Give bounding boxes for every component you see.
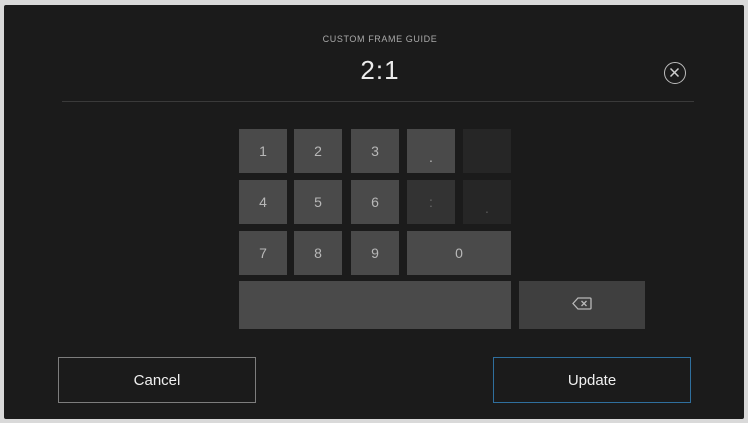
divider <box>62 101 694 102</box>
key-9[interactable]: 9 <box>351 231 399 275</box>
frame-guide-dialog: CUSTOM FRAME GUIDE 2:1 1 2 3 . 4 5 6 : .… <box>4 5 744 419</box>
key-8[interactable]: 8 <box>294 231 342 275</box>
key-period[interactable]: . <box>407 129 455 173</box>
backspace-icon <box>572 297 592 313</box>
key-colon[interactable]: : <box>407 180 455 224</box>
clear-icon[interactable] <box>664 62 686 84</box>
dialog-title: CUSTOM FRAME GUIDE <box>322 34 438 44</box>
cancel-button[interactable]: Cancel <box>58 357 256 403</box>
key-4[interactable]: 4 <box>239 180 287 224</box>
key-blank-wide <box>239 281 511 329</box>
key-6[interactable]: 6 <box>351 180 399 224</box>
frame-guide-value: 2:1 <box>360 55 400 85</box>
key-1[interactable]: 1 <box>239 129 287 173</box>
key-5[interactable]: 5 <box>294 180 342 224</box>
backspace-button[interactable] <box>519 281 645 329</box>
key-period-disabled: . <box>463 180 511 224</box>
key-2[interactable]: 2 <box>294 129 342 173</box>
update-button[interactable]: Update <box>493 357 691 403</box>
key-3[interactable]: 3 <box>351 129 399 173</box>
key-0[interactable]: 0 <box>407 231 511 275</box>
key-blank <box>463 129 511 173</box>
key-7[interactable]: 7 <box>239 231 287 275</box>
